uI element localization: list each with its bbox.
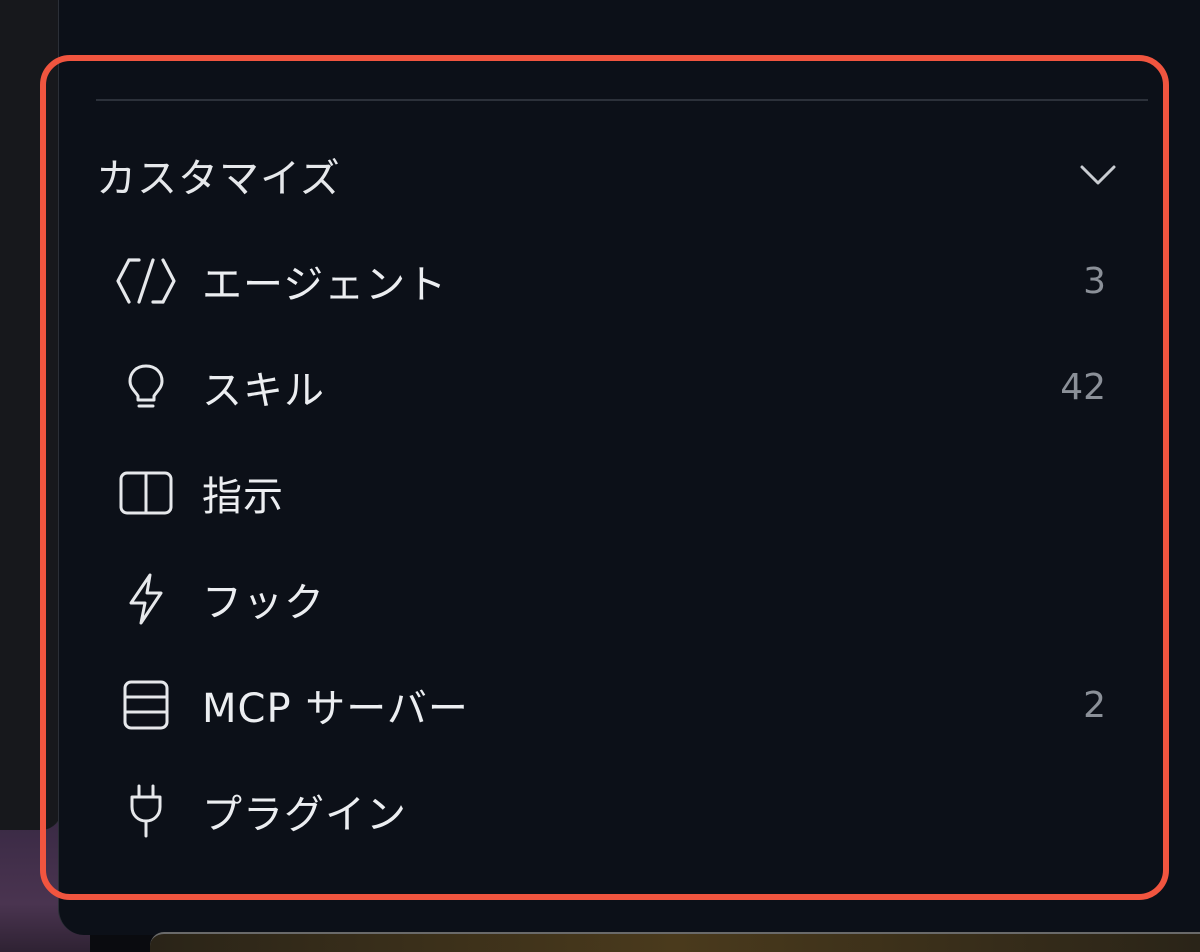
- bottom-window-edge: [150, 932, 1200, 952]
- lightning-icon: [110, 563, 182, 635]
- menu-item-label: MCP サーバー: [202, 686, 469, 732]
- menu-item-hooks[interactable]: フック: [110, 546, 1110, 652]
- plug-icon: [110, 775, 182, 847]
- section-divider: [96, 99, 1148, 101]
- item-count: 42: [1060, 366, 1106, 408]
- menu-item-instructions[interactable]: 指示: [110, 440, 1110, 546]
- code-agent-icon: [110, 245, 182, 317]
- menu-item-label: プラグイン: [202, 792, 407, 838]
- menu-item-label: フック: [202, 580, 325, 626]
- item-count: 2: [1083, 684, 1106, 726]
- background-window-edge: [0, 0, 63, 830]
- item-count: 3: [1083, 260, 1106, 302]
- chevron-down-icon[interactable]: [1076, 153, 1120, 197]
- customize-section-header[interactable]: カスタマイズ: [96, 140, 1120, 210]
- menu-item-mcp-servers[interactable]: MCP サーバー 2: [110, 652, 1110, 758]
- book-icon: [110, 457, 182, 529]
- lightbulb-icon: [110, 351, 182, 423]
- section-title: カスタマイズ: [96, 156, 341, 202]
- menu-item-label: スキル: [202, 368, 325, 414]
- menu-item-label: エージェント: [202, 262, 448, 308]
- menu-item-label: 指示: [202, 474, 284, 520]
- screen: カスタマイズ エージェント 3 スキル 42 指示 フック MCP サーバー 2…: [0, 0, 1200, 952]
- customize-menu: エージェント 3 スキル 42 指示 フック MCP サーバー 2 プラグイン: [110, 228, 1110, 864]
- menu-item-agents[interactable]: エージェント 3: [110, 228, 1110, 334]
- server-icon: [110, 669, 182, 741]
- menu-item-skills[interactable]: スキル 42: [110, 334, 1110, 440]
- menu-item-plugins[interactable]: プラグイン: [110, 758, 1110, 864]
